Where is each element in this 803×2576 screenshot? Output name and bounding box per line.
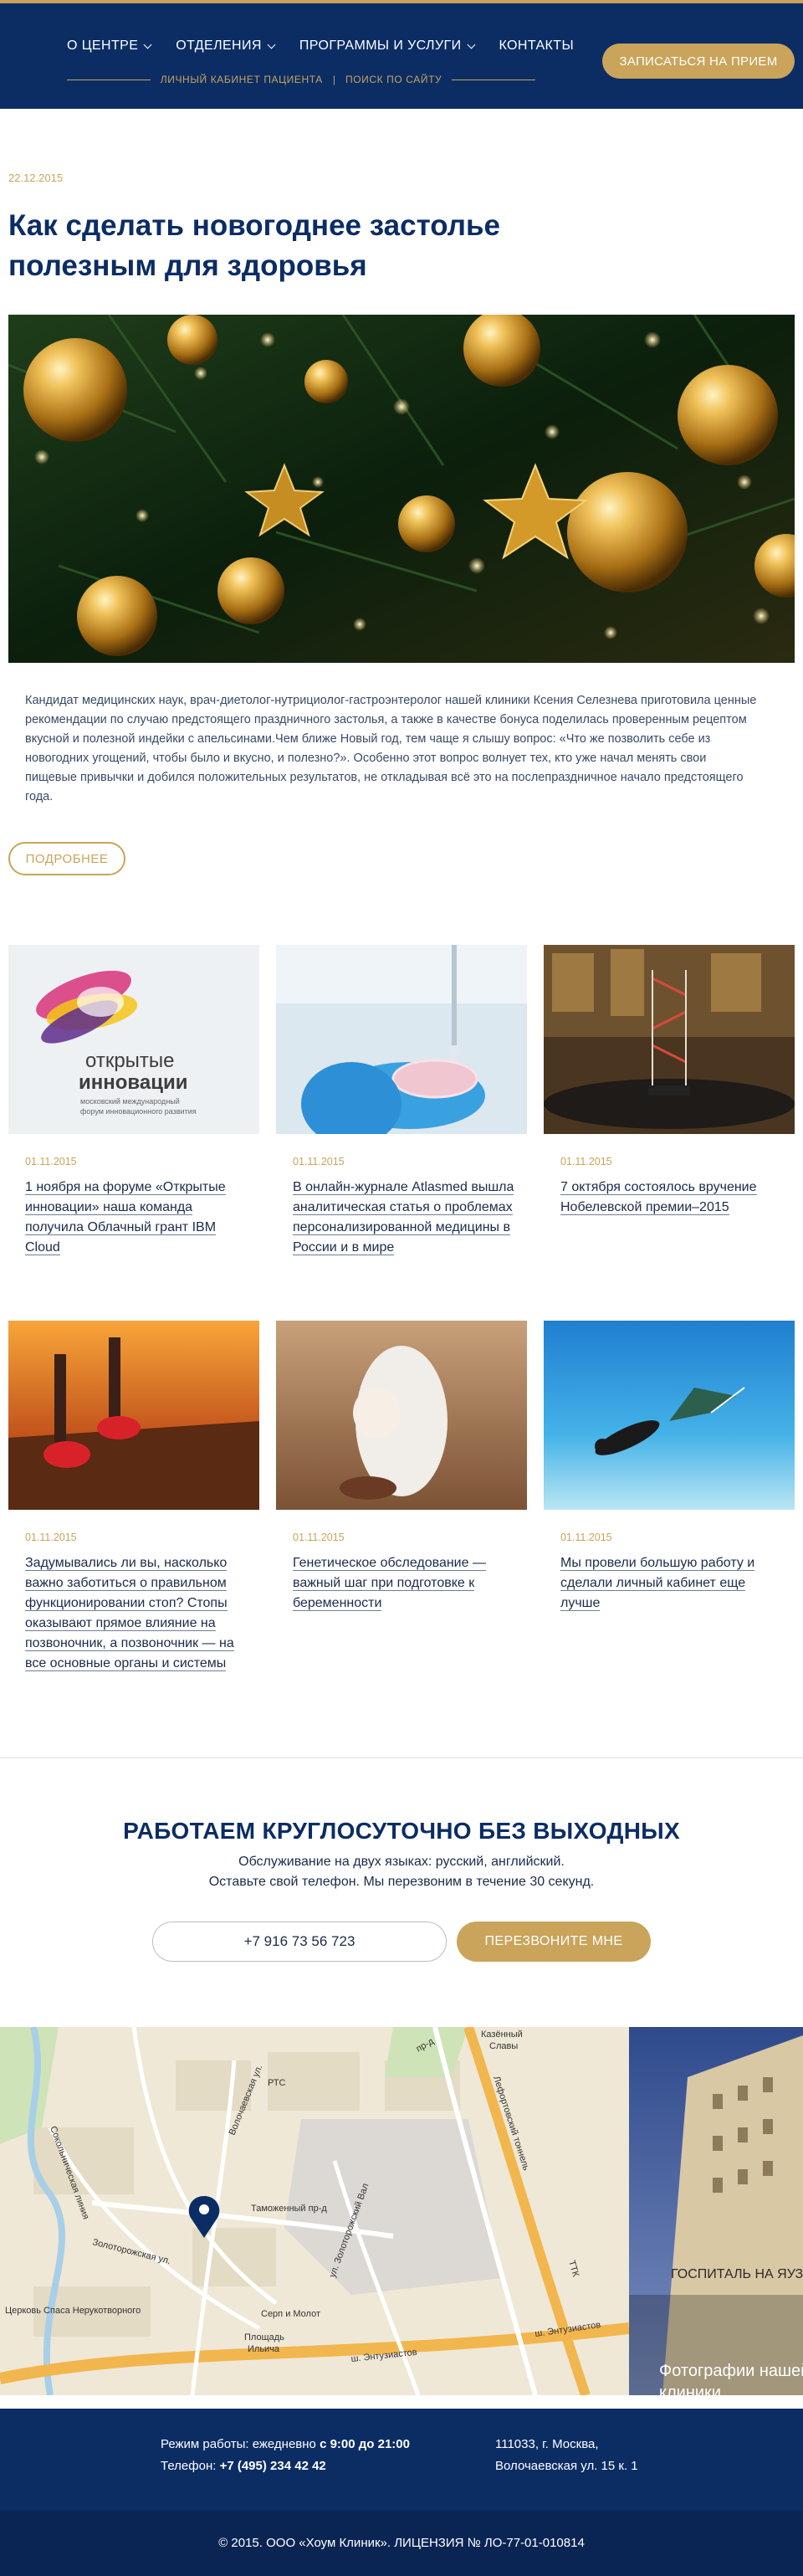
- logo-sub2: форум инновационного развития: [80, 1107, 197, 1116]
- footer-phone: Телефон: +7 (495) 234 42 42: [161, 2455, 326, 2477]
- card-image-running[interactable]: [8, 1321, 259, 1510]
- map-label: Площадь: [244, 2332, 284, 2343]
- card-image-lab[interactable]: [276, 945, 527, 1134]
- nav-label: КОНТАКТЫ: [499, 38, 575, 53]
- article-title: Как сделать новогоднее застолье полезным…: [8, 209, 500, 282]
- location-map[interactable]: Сокольническая линия Волочаевская ул. Та…: [0, 2027, 629, 2395]
- card-image-diver[interactable]: [544, 1321, 795, 1510]
- callback-subtitle-phone: Оставьте свой телефон. Мы перезвоним в т…: [208, 1875, 595, 1889]
- card-link[interactable]: Задумывались ли вы, насколько важно забо…: [25, 1556, 234, 1671]
- patient-cabinet-link[interactable]: ЛИЧНЫЙ КАБИНЕТ ПАЦИЕНТА: [161, 74, 323, 85]
- nav-label: ОТДЕЛЕНИЯ: [176, 38, 262, 53]
- lab-pipette-photo: [276, 945, 527, 1134]
- callback-subtitle-languages: Обслуживание на двух языках: русский, ан…: [238, 1855, 565, 1869]
- card-title: В онлайн-журнале Atlasmed вышла аналитич…: [293, 1178, 519, 1258]
- secondary-links: ЛИЧНЫЙ КАБИНЕТ ПАЦИЕНТА | ПОИСК ПО САЙТУ: [67, 72, 535, 87]
- clinic-photos-label[interactable]: Фотографии нашей клиники: [659, 2360, 803, 2404]
- hours-prefix: Режим работы: ежедневно: [161, 2437, 316, 2451]
- map-label: Славы: [489, 2041, 518, 2051]
- map-label: Таможенный пр-д: [251, 2204, 327, 2214]
- map-label: Серп и Молот: [261, 2309, 320, 2319]
- card-title: Мы провели большую работу и сделали личн…: [560, 1553, 786, 1614]
- chevron-down-icon: [267, 40, 276, 49]
- logo-line1: открытые: [85, 1049, 175, 1072]
- read-more-button[interactable]: ПОДРОБНЕЕ: [8, 842, 125, 875]
- card-title: Задумывались ли вы, насколько важно забо…: [25, 1553, 251, 1674]
- nav-programs[interactable]: ПРОГРАММЫ И УСЛУГИ: [299, 38, 475, 54]
- card-date: 01.11.2015: [560, 1156, 612, 1167]
- running-feet-photo: [8, 1321, 259, 1510]
- phone-prefix: Телефон:: [161, 2459, 217, 2473]
- book-appointment-button[interactable]: ЗАПИСАТЬСЯ НА ПРИЕМ: [602, 44, 795, 79]
- map-label: Ильича: [248, 2344, 280, 2354]
- site-footer: Режим работы: ежедневно с 9:00 до 21:00 …: [0, 2409, 803, 2511]
- dna-model-hall-photo: [544, 945, 795, 1134]
- site-header: О ЦЕНТРЕ ОТДЕЛЕНИЯ ПРОГРАММЫ И УСЛУГИ КО…: [0, 0, 803, 109]
- article-intro: Кандидат медицинских наук, врач-диетолог…: [25, 694, 757, 803]
- logo-sub1: московский международный: [80, 1097, 180, 1106]
- site-search-link[interactable]: ПОИСК ПО САЙТУ: [345, 74, 442, 85]
- card-link[interactable]: 1 ноября на форуме «Открытые инновации» …: [25, 1180, 226, 1255]
- callback-title: РАБОТАЕМ КРУГЛОСУТОЧНО БЕЗ ВЫХОДНЫХ: [123, 1818, 680, 1844]
- address-line1: 111033, г. Москва,: [495, 2437, 599, 2451]
- card-title: Генетическое обследование — важный шаг п…: [293, 1553, 519, 1614]
- pregnant-woman-photo: [276, 1321, 527, 1510]
- clinic-building-photo: ГОСПИТАЛЬ НА ЯУЗЕ: [629, 2027, 803, 2395]
- nav-contacts[interactable]: КОНТАКТЫ: [499, 38, 575, 54]
- card-link[interactable]: Мы провели большую работу и сделали личн…: [560, 1556, 755, 1611]
- card-title: 7 октября состоялось вручение Нобелевско…: [560, 1178, 786, 1218]
- phone-input[interactable]: [152, 1922, 447, 1962]
- chevron-down-icon: [143, 40, 152, 49]
- christmas-ornaments-illustration: [8, 315, 795, 663]
- card-link[interactable]: В онлайн-журнале Atlasmed вышла аналитич…: [293, 1180, 514, 1255]
- card-date: 01.11.2015: [293, 1156, 345, 1167]
- main-nav: О ЦЕНТРЕ ОТДЕЛЕНИЯ ПРОГРАММЫ И УСЛУГИ КО…: [67, 38, 574, 54]
- logo-line2: инновации: [79, 1071, 187, 1094]
- link-separator: |: [332, 74, 335, 85]
- chevron-down-icon: [467, 40, 475, 49]
- open-innovations-logo: открытые инновации московский международ…: [36, 970, 197, 1116]
- card-date: 01.11.2015: [25, 1156, 77, 1167]
- nav-departments[interactable]: ОТДЕЛЕНИЯ: [176, 38, 276, 54]
- card-image-pregnancy[interactable]: [276, 1321, 527, 1510]
- map-canvas: Сокольническая линия Волочаевская ул. Та…: [0, 2027, 629, 2395]
- card-image-open-innovations[interactable]: открытые инновации московский международ…: [8, 945, 259, 1134]
- nav-label: О ЦЕНТРЕ: [67, 38, 139, 53]
- card-date: 01.11.2015: [25, 1532, 77, 1543]
- clinic-photos-thumbnail[interactable]: ГОСПИТАЛЬ НА ЯУЗЕ: [629, 2027, 803, 2395]
- card-image-nobel[interactable]: [544, 945, 795, 1134]
- diver-underwater-photo: [544, 1321, 795, 1510]
- phone-value[interactable]: +7 (495) 234 42 42: [220, 2459, 326, 2473]
- card-date: 01.11.2015: [293, 1532, 345, 1543]
- clinic-sign: ГОСПИТАЛЬ НА ЯУЗЕ: [671, 2267, 803, 2281]
- working-hours: Режим работы: ежедневно с 9:00 до 21:00: [161, 2434, 410, 2455]
- map-label: Церковь Спаса Нерукотворного: [5, 2306, 141, 2316]
- card-date: 01.11.2015: [560, 1532, 612, 1543]
- hero-image-christmas-tree: [8, 315, 795, 663]
- card-title: 1 ноября на форуме «Открытые инновации» …: [25, 1178, 251, 1258]
- map-label: Казённый: [481, 2029, 523, 2040]
- address-line2: Волочаевская ул. 15 к. 1: [495, 2459, 638, 2473]
- copyright: © 2015. ООО «Хоум Клиник». ЛИЦЕНЗИЯ № ЛО…: [0, 2511, 803, 2576]
- callback-button[interactable]: ПЕРЕЗВОНИТЕ МНЕ: [457, 1922, 651, 1962]
- nav-label: ПРОГРАММЫ И УСЛУГИ: [299, 38, 462, 53]
- nav-about[interactable]: О ЦЕНТРЕ: [67, 38, 152, 54]
- card-link[interactable]: Генетическое обследование — важный шаг п…: [293, 1556, 486, 1611]
- article-date: 22.12.2015: [8, 172, 64, 184]
- hours-value: с 9:00 до 21:00: [320, 2437, 410, 2451]
- map-label: РТС: [268, 2078, 286, 2088]
- card-link[interactable]: 7 октября состоялось вручение Нобелевско…: [560, 1180, 757, 1215]
